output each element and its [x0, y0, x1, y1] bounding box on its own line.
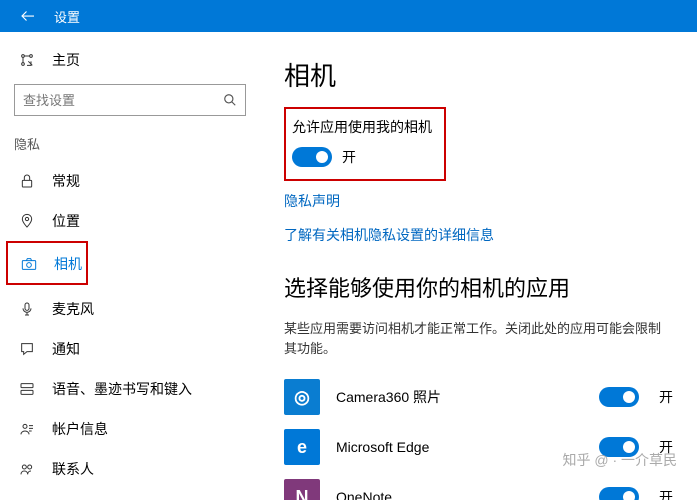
search-box[interactable] — [14, 84, 246, 116]
sidebar-item-calendar[interactable]: 日历 — [0, 489, 260, 500]
app-icon: N — [284, 479, 320, 500]
notification-icon — [18, 340, 36, 358]
app-icon: ◎ — [284, 379, 320, 415]
app-icon: e — [284, 429, 320, 465]
sidebar-item-label: 位置 — [52, 211, 80, 231]
sidebar-item-label: 语音、墨迹书写和键入 — [52, 379, 192, 399]
app-toggle[interactable] — [599, 387, 639, 407]
sidebar-item-account[interactable]: 帐户信息 — [0, 409, 260, 449]
search-icon — [215, 93, 245, 107]
search-input[interactable] — [15, 93, 215, 108]
allow-apps-label: 允许应用使用我的相机 — [292, 117, 432, 137]
allow-apps-toggle[interactable] — [292, 147, 332, 167]
watermark: 知乎 @ · 一介草民 — [562, 450, 677, 470]
sidebar-item-contacts[interactable]: 联系人 — [0, 449, 260, 489]
sidebar: 主页 隐私 常规 位置 相机 麦 — [0, 32, 260, 500]
account-icon — [18, 420, 36, 438]
app-name: Camera360 照片 — [336, 387, 599, 407]
sidebar-item-general[interactable]: 常规 — [0, 161, 260, 201]
annotation-highlight: 相机 — [6, 241, 88, 285]
microphone-icon — [18, 300, 36, 318]
sidebar-item-location[interactable]: 位置 — [0, 201, 260, 241]
speech-icon — [18, 380, 36, 398]
app-name: OneNote — [336, 489, 599, 500]
sidebar-item-label: 麦克风 — [52, 299, 94, 319]
annotation-highlight-main: 允许应用使用我的相机 开 — [284, 107, 446, 181]
toggle-state-label: 开 — [342, 147, 356, 167]
main-content: 相机 允许应用使用我的相机 开 隐私声明 了解有关相机隐私设置的详细信息 选择能… — [260, 32, 697, 500]
sidebar-item-label: 相机 — [54, 254, 82, 274]
lock-icon — [18, 172, 36, 190]
window-title: 设置 — [54, 7, 80, 26]
camera-icon — [20, 255, 38, 273]
home-icon — [18, 52, 36, 68]
contacts-icon — [18, 460, 36, 478]
sidebar-item-label: 联系人 — [52, 459, 94, 479]
app-row: N OneNote 开 — [284, 474, 673, 500]
sidebar-item-speech[interactable]: 语音、墨迹书写和键入 — [0, 369, 260, 409]
choose-apps-title: 选择能够使用你的相机的应用 — [284, 271, 673, 303]
sidebar-item-label: 通知 — [52, 339, 80, 359]
sidebar-item-label: 常规 — [52, 171, 80, 191]
choose-apps-desc: 某些应用需要访问相机才能正常工作。关闭此处的应用可能会限制其功能。 — [284, 319, 673, 358]
app-toggle-state: 开 — [659, 487, 673, 500]
location-icon — [18, 212, 36, 230]
sidebar-item-microphone[interactable]: 麦克风 — [0, 289, 260, 329]
app-row: ◎ Camera360 照片 开 — [284, 374, 673, 420]
sidebar-item-notifications[interactable]: 通知 — [0, 329, 260, 369]
sidebar-item-camera[interactable]: 相机 — [20, 247, 86, 281]
sidebar-section-label: 隐私 — [0, 134, 260, 161]
privacy-statement-link[interactable]: 隐私声明 — [284, 191, 673, 211]
sidebar-home[interactable]: 主页 — [0, 50, 260, 84]
page-title: 相机 — [284, 56, 673, 93]
sidebar-item-label: 帐户信息 — [52, 419, 108, 439]
app-toggle-state: 开 — [659, 387, 673, 407]
app-name: Microsoft Edge — [336, 439, 599, 455]
learn-more-link[interactable]: 了解有关相机隐私设置的详细信息 — [284, 225, 673, 245]
back-button[interactable] — [6, 0, 50, 32]
app-toggle[interactable] — [599, 487, 639, 500]
home-label: 主页 — [52, 50, 80, 70]
